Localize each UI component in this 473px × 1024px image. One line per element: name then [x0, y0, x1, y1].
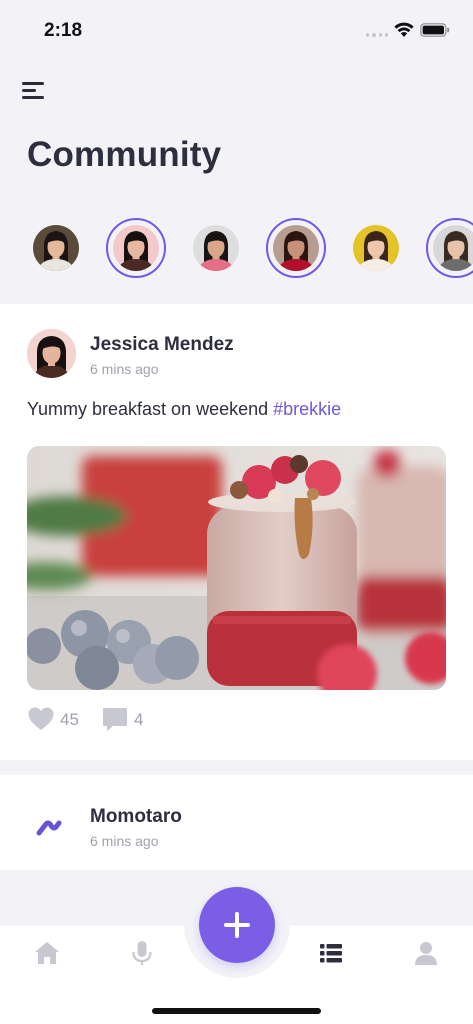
heart-icon[interactable]: [28, 707, 54, 731]
story-avatar-6[interactable]: [426, 218, 473, 278]
add-post-button[interactable]: [199, 887, 275, 963]
post-caption: Yummy breakfast on weekend: [27, 399, 274, 419]
page-title: Community: [27, 135, 222, 174]
avatar: [353, 225, 399, 271]
status-bar: 2:18: [0, 0, 473, 56]
post-card: [0, 775, 473, 870]
post-image[interactable]: [27, 446, 446, 690]
avatar: [193, 225, 239, 271]
story-avatar-1[interactable]: [26, 218, 86, 278]
avatar: [433, 225, 473, 271]
stories-row: [0, 218, 473, 280]
status-time: 2:18: [44, 20, 83, 41]
story-avatar-2[interactable]: [106, 218, 166, 278]
post-text: Yummy breakfast on weekend #brekkie: [27, 399, 341, 420]
menu-icon[interactable]: [22, 80, 46, 100]
battery-icon: [420, 23, 450, 37]
like-count: 45: [60, 710, 79, 729]
avatar: [113, 225, 159, 271]
cellular-signal-icon: [366, 33, 388, 37]
comment-icon[interactable]: [102, 707, 128, 732]
story-avatar-5[interactable]: [346, 218, 406, 278]
wifi-icon: [394, 22, 414, 37]
hashtag-link[interactable]: #brekkie: [273, 399, 341, 419]
author-name[interactable]: Momotaro: [90, 806, 182, 828]
author-name[interactable]: Jessica Mendez: [90, 334, 234, 356]
home-icon[interactable]: [34, 940, 60, 966]
author-avatar[interactable]: [27, 329, 76, 378]
plus-icon: [224, 912, 250, 938]
post-timestamp: 6 mins ago: [90, 361, 159, 377]
microphone-icon[interactable]: [129, 940, 155, 966]
list-icon[interactable]: [318, 940, 344, 966]
story-avatar-4[interactable]: [266, 218, 326, 278]
avatar: [33, 225, 79, 271]
story-avatar-3[interactable]: [186, 218, 246, 278]
momotaro-logo-icon[interactable]: [30, 808, 70, 848]
avatar: [273, 225, 319, 271]
comment-count: 4: [134, 710, 144, 729]
post-timestamp: 6 mins ago: [90, 833, 159, 849]
profile-icon[interactable]: [413, 940, 439, 966]
home-indicator: [152, 1008, 321, 1014]
